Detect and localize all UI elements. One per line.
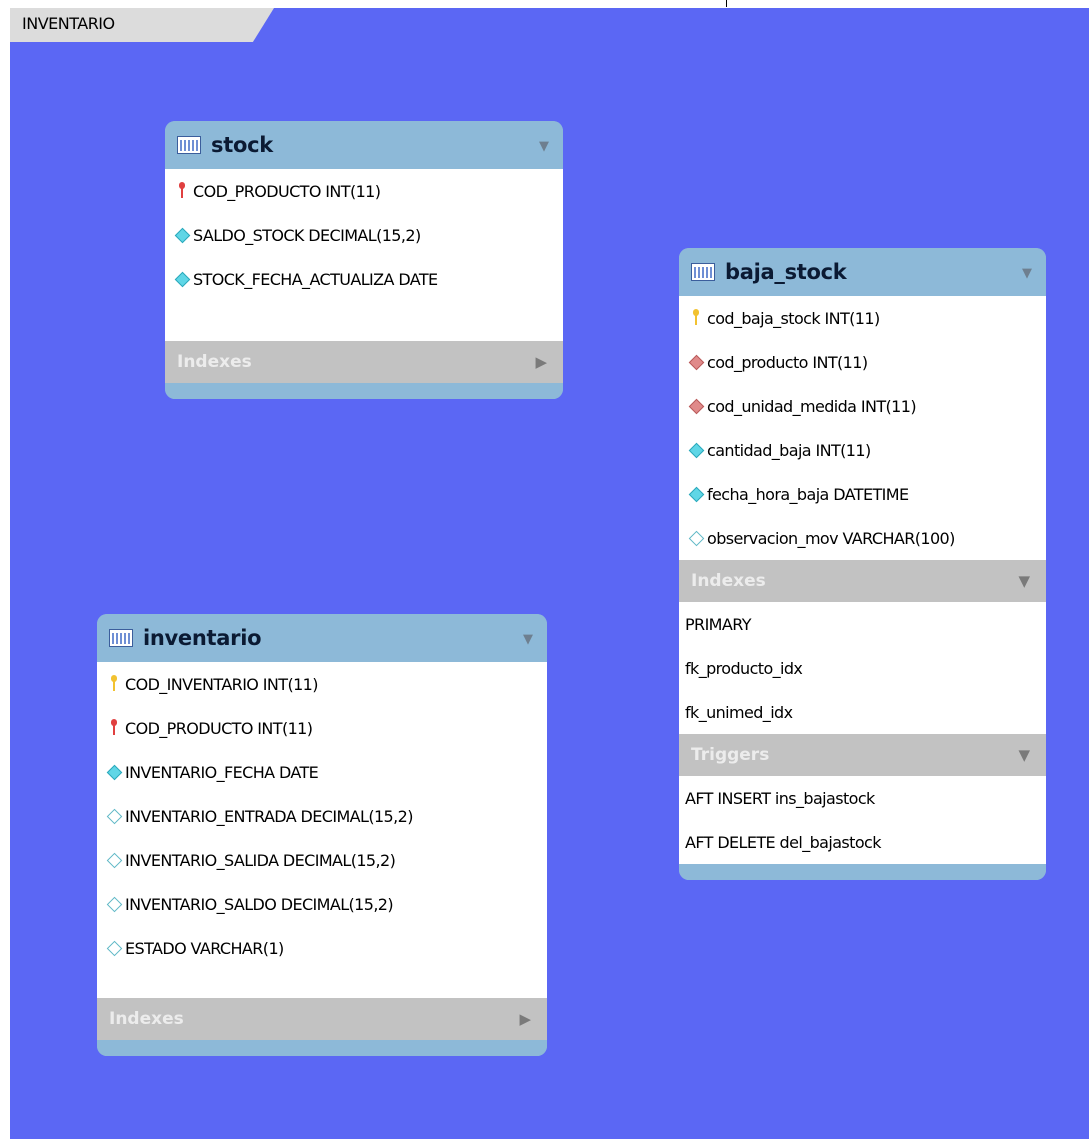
key-red-icon: [107, 717, 121, 739]
collapse-triangle-icon[interactable]: ▼: [1022, 266, 1032, 281]
column-row[interactable]: ESTADO VARCHAR(1): [97, 926, 547, 970]
trigger-label: AFT DELETE del_bajastock: [685, 832, 881, 852]
column-label: cantidad_baja INT(11): [707, 440, 871, 460]
section-label: Triggers: [691, 745, 770, 765]
key-red-icon: [175, 180, 189, 202]
index-row[interactable]: fk_unimed_idx: [679, 690, 1046, 734]
column-row[interactable]: observacion_mov VARCHAR(100): [679, 516, 1046, 560]
column-label: STOCK_FECHA_ACTUALIZA DATE: [193, 269, 438, 289]
column-row[interactable]: COD_INVENTARIO INT(11): [97, 662, 547, 706]
table-header[interactable]: baja_stock ▼: [679, 248, 1046, 296]
table-stock[interactable]: stock ▼ COD_PRODUCTO INT(11) SALDO_STOCK…: [165, 121, 563, 399]
triggers-section[interactable]: Triggers ▼: [679, 734, 1046, 776]
diamond-filled-icon: [688, 439, 704, 461]
column-row[interactable]: STOCK_FECHA_ACTUALIZA DATE: [165, 257, 563, 301]
table-icon: [691, 263, 715, 281]
indexes-section[interactable]: Indexes ▼: [679, 560, 1046, 602]
diamond-filled-icon: [688, 483, 704, 505]
column-list: COD_INVENTARIO INT(11) COD_PRODUCTO INT(…: [97, 662, 547, 998]
table-icon: [109, 629, 133, 647]
diamond-filled-icon: [174, 224, 190, 246]
column-row[interactable]: COD_PRODUCTO INT(11): [165, 169, 563, 213]
table-icon: [177, 136, 201, 154]
column-list: COD_PRODUCTO INT(11) SALDO_STOCK DECIMAL…: [165, 169, 563, 341]
column-label: cod_unidad_medida INT(11): [707, 396, 917, 416]
key-yellow-icon: [107, 673, 121, 695]
column-row[interactable]: cod_unidad_medida INT(11): [679, 384, 1046, 428]
table-header[interactable]: stock ▼: [165, 121, 563, 169]
diamond-filled-icon: [106, 761, 122, 783]
column-row[interactable]: INVENTARIO_FECHA DATE: [97, 750, 547, 794]
table-name: inventario: [143, 626, 262, 650]
column-row[interactable]: cod_producto INT(11): [679, 340, 1046, 384]
collapse-triangle-icon[interactable]: ▼: [539, 139, 549, 154]
collapse-triangle-icon[interactable]: ▼: [1018, 572, 1030, 590]
column-label: observacion_mov VARCHAR(100): [707, 528, 955, 548]
column-row[interactable]: INVENTARIO_ENTRADA DECIMAL(15,2): [97, 794, 547, 838]
column-label: COD_INVENTARIO INT(11): [125, 674, 319, 694]
diamond-filled-icon: [174, 268, 190, 290]
diamond-empty-icon: [688, 527, 704, 549]
expand-triangle-icon[interactable]: ▶: [535, 353, 547, 371]
section-label: Indexes: [109, 1009, 184, 1029]
column-row[interactable]: cod_baja_stock INT(11): [679, 296, 1046, 340]
diamond-empty-icon: [106, 893, 122, 915]
index-row[interactable]: fk_producto_idx: [679, 646, 1046, 690]
column-row[interactable]: fecha_hora_baja DATETIME: [679, 472, 1046, 516]
column-row[interactable]: cantidad_baja INT(11): [679, 428, 1046, 472]
table-footer: [97, 1040, 547, 1056]
trigger-label: AFT INSERT ins_bajastock: [685, 788, 875, 808]
column-label: ESTADO VARCHAR(1): [125, 938, 284, 958]
column-label: INVENTARIO_SALDO DECIMAL(15,2): [125, 894, 394, 914]
column-row[interactable]: COD_PRODUCTO INT(11): [97, 706, 547, 750]
column-row[interactable]: SALDO_STOCK DECIMAL(15,2): [165, 213, 563, 257]
indexes-section[interactable]: Indexes ▶: [165, 341, 563, 383]
table-name: stock: [211, 133, 273, 157]
column-label: fecha_hora_baja DATETIME: [707, 484, 909, 504]
index-label: PRIMARY: [685, 614, 752, 634]
expand-triangle-icon[interactable]: ▶: [519, 1010, 531, 1028]
collapse-triangle-icon[interactable]: ▼: [523, 632, 533, 647]
diamond-empty-icon: [106, 937, 122, 959]
collapse-triangle-icon[interactable]: ▼: [1018, 746, 1030, 764]
column-label: cod_producto INT(11): [707, 352, 868, 372]
table-baja-stock[interactable]: baja_stock ▼ cod_baja_stock INT(11) cod_…: [679, 248, 1046, 880]
section-label: Indexes: [691, 571, 766, 591]
indexes-section[interactable]: Indexes ▶: [97, 998, 547, 1040]
divider-mark: [726, 0, 727, 7]
column-label: INVENTARIO_ENTRADA DECIMAL(15,2): [125, 806, 413, 826]
table-header[interactable]: inventario ▼: [97, 614, 547, 662]
column-label: INVENTARIO_SALIDA DECIMAL(15,2): [125, 850, 396, 870]
diamond-empty-icon: [106, 849, 122, 871]
column-label: cod_baja_stock INT(11): [707, 308, 880, 328]
section-label: Indexes: [177, 352, 252, 372]
column-label: COD_PRODUCTO INT(11): [193, 181, 381, 201]
column-label: SALDO_STOCK DECIMAL(15,2): [193, 225, 421, 245]
layer-tab[interactable]: INVENTARIO: [10, 8, 274, 42]
column-row[interactable]: INVENTARIO_SALIDA DECIMAL(15,2): [97, 838, 547, 882]
table-footer: [165, 383, 563, 399]
index-row[interactable]: PRIMARY: [679, 602, 1046, 646]
column-list: cod_baja_stock INT(11) cod_producto INT(…: [679, 296, 1046, 560]
table-name: baja_stock: [725, 260, 847, 284]
table-footer: [679, 864, 1046, 880]
table-inventario[interactable]: inventario ▼ COD_INVENTARIO INT(11) COD_…: [97, 614, 547, 1056]
trigger-row[interactable]: AFT INSERT ins_bajastock: [679, 776, 1046, 820]
diamond-red-icon: [688, 351, 704, 373]
column-label: INVENTARIO_FECHA DATE: [125, 762, 319, 782]
diamond-empty-icon: [106, 805, 122, 827]
trigger-row[interactable]: AFT DELETE del_bajastock: [679, 820, 1046, 864]
diamond-red-icon: [688, 395, 704, 417]
column-row[interactable]: INVENTARIO_SALDO DECIMAL(15,2): [97, 882, 547, 926]
key-yellow-icon: [689, 307, 703, 329]
index-label: fk_producto_idx: [685, 658, 803, 678]
column-label: COD_PRODUCTO INT(11): [125, 718, 313, 738]
index-label: fk_unimed_idx: [685, 702, 793, 722]
